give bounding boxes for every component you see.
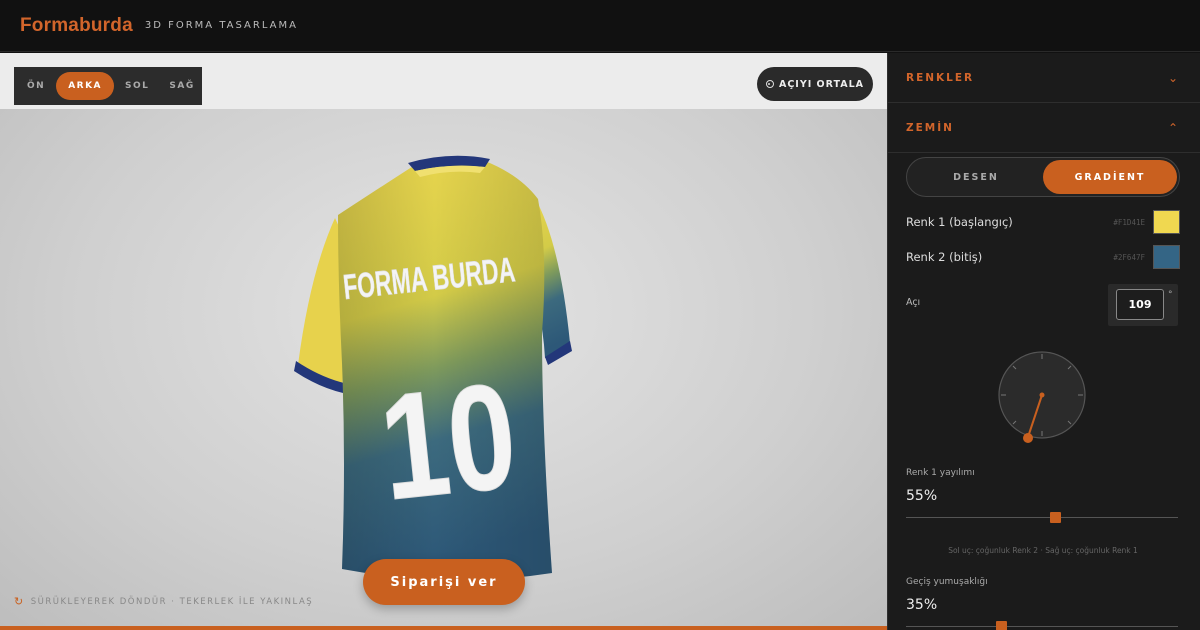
color2-swatch[interactable] (1153, 245, 1180, 269)
section-ground-title: ZEMİN (906, 121, 954, 134)
target-icon (765, 80, 774, 88)
softness-value: 35% (906, 597, 938, 613)
color1-label: Renk 1 (başlangıç) (906, 215, 1013, 229)
softness-thumb[interactable] (995, 621, 1007, 630)
softness-label: Geçiş yumuşaklığı (906, 577, 988, 587)
top-bar: Formaburda 3D FORMA TASARLAMA (0, 0, 1200, 52)
section-colors-header[interactable]: RENKLER ⌄ (888, 53, 1200, 103)
softness-slider[interactable] (906, 621, 1178, 630)
tab-front[interactable]: ÖN (18, 72, 54, 100)
interaction-hint: ↻ SÜRÜKLEYEREK DÖNDÜR · TEKERLEK İLE YAK… (14, 595, 313, 608)
accent-line (0, 626, 887, 630)
settings-panel: RENKLER ⌄ ZEMİN ⌃ DESEN GRADİENT Renk 1 … (887, 53, 1200, 630)
spread-thumb[interactable] (1050, 512, 1062, 523)
color1-hex: #F1D41E (1113, 217, 1145, 227)
view-angle-tabs: ÖN ARKA SOL SAĞ (14, 67, 202, 105)
tab-back[interactable]: ARKA (56, 72, 115, 100)
jersey-viewer[interactable]: ÖN ARKA SOL SAĞ AÇIYI ORTALA FORMA BURDA… (0, 53, 887, 627)
section-ground-header[interactable]: ZEMİN ⌃ (888, 103, 1200, 153)
dial-center (1039, 392, 1045, 398)
color2-row: Renk 2 (bitiş) #2F647F (906, 245, 1180, 269)
option-gradient[interactable]: GRADİENT (1043, 160, 1177, 194)
softness-track (906, 626, 1178, 627)
color2-label: Renk 2 (bitiş) (906, 250, 983, 264)
spread-label: Renk 1 yayılımı (906, 468, 975, 478)
angle-input-box: 109 ° (1108, 284, 1178, 326)
color2-hex: #2F647F (1113, 252, 1145, 262)
tab-left[interactable]: SOL (116, 72, 158, 100)
section-colors-title: RENKLER (906, 71, 975, 84)
center-view-label: AÇIYI ORTALA (778, 78, 865, 90)
spread-note: Sol uç: çoğunluk Renk 2 · Sağ uç: çoğunl… (948, 546, 1138, 555)
order-button[interactable]: Siparişi ver (363, 559, 525, 605)
spread-track (906, 517, 1178, 518)
option-pattern[interactable]: DESEN (909, 160, 1043, 194)
center-view-button[interactable]: AÇIYI ORTALA (757, 67, 873, 101)
color1-swatch[interactable] (1153, 210, 1180, 234)
chevron-down-icon: ⌄ (1167, 70, 1178, 85)
app-subtitle: 3D FORMA TASARLAMA (144, 20, 298, 31)
jersey-number-print: 10 (373, 351, 523, 532)
angle-dial[interactable] (996, 345, 1090, 455)
chevron-up-icon: ⌃ (1167, 120, 1178, 135)
dial-handle (1023, 433, 1033, 443)
angle-input[interactable]: 109 (1116, 289, 1164, 320)
hint-text: SÜRÜKLEYEREK DÖNDÜR · TEKERLEK İLE YAKIN… (30, 596, 314, 607)
spread-value: 55% (906, 488, 938, 504)
spread-slider[interactable] (906, 512, 1178, 524)
color1-row: Renk 1 (başlangıç) #F1D41E (906, 210, 1180, 234)
fill-type-toggle: DESEN GRADİENT (906, 157, 1180, 197)
angle-label: Açı (906, 297, 921, 308)
tab-right[interactable]: SAĞ (160, 72, 203, 100)
jersey-3d-model[interactable]: FORMA BURDA 10 (280, 103, 590, 583)
angle-unit: ° (1168, 290, 1173, 300)
brand-logo[interactable]: Formaburda (20, 15, 133, 37)
rotate-icon: ↻ (14, 595, 25, 608)
